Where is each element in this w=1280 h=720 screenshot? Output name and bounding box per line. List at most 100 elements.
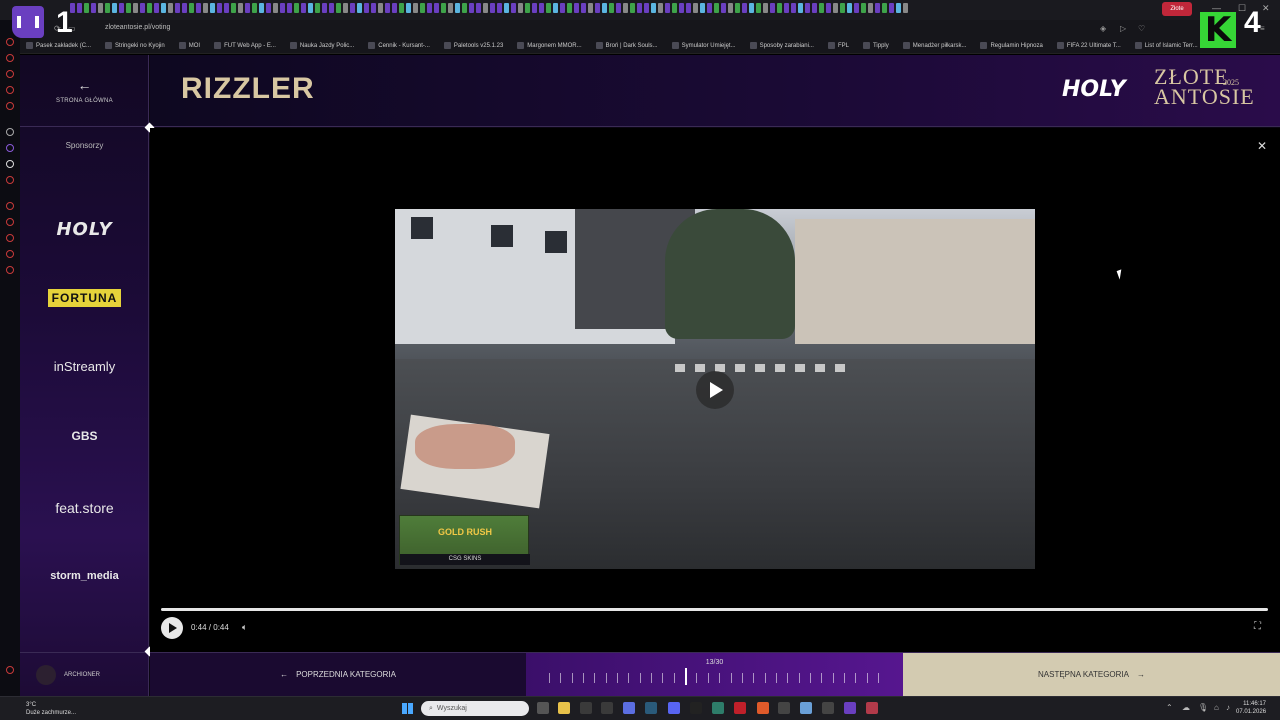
sponsor-instreamly-logo[interactable]: inStreamly [20,359,149,374]
rail-icon[interactable] [6,666,14,674]
tray-chevron-icon[interactable]: ⌃ [1166,703,1173,712]
rail-icon[interactable] [6,218,14,226]
home-button[interactable]: ← STRONA GŁÓWNA [20,55,149,127]
rail-icon[interactable] [6,86,14,94]
user-profile[interactable]: ARCHIONER [20,652,149,696]
sponsor-holy-logo[interactable]: HOLY [20,219,149,240]
video-frame[interactable]: GOLD RUSH CSG SKINS [395,209,1035,569]
extension-icon[interactable]: ◈ [1100,24,1106,33]
bookmark-item[interactable]: Sposoby zarabiani... [749,42,814,49]
taskbar-app-icon[interactable] [866,702,878,714]
previous-category-button[interactable]: ← POPRZEDNIA KATEGORIA [150,652,526,696]
settings-icon[interactable] [6,128,14,136]
taskbar-app-icon[interactable] [623,702,635,714]
bookmark-item[interactable]: Stringeki no Kyojin [105,42,165,49]
category-tick[interactable] [639,673,641,683]
category-tick[interactable] [719,673,721,683]
rail-icon[interactable] [6,176,14,184]
share-icon[interactable]: ▷ [1120,24,1126,33]
twitch-rail-icon[interactable] [6,144,14,152]
category-tick[interactable] [855,673,857,683]
category-tick[interactable] [594,673,596,683]
mic-icon[interactable]: 🎙︎ [1198,703,1208,712]
category-tick[interactable] [741,673,743,683]
bookmark-item[interactable]: FPL [827,42,849,49]
rail-icon[interactable] [6,234,14,242]
category-tick[interactable] [787,673,789,683]
taskbar-app-icon[interactable] [800,702,812,714]
rail-icon[interactable] [6,250,14,258]
opera-icon[interactable] [734,702,746,714]
sponsor-gbs-logo[interactable]: GBS [20,429,149,443]
taskbar-app-icon[interactable] [580,702,592,714]
weather-widget[interactable]: 3°C Duże zachmurze... [26,701,76,717]
bookmark-item[interactable]: Pasek zakładek (C... [26,42,91,49]
taskbar-clock[interactable]: 11:46:17 07.01.2026 [1236,700,1266,716]
sponsor-featstore-logo[interactable]: feat.store [20,500,149,516]
close-window-icon[interactable]: ✕ [1262,3,1270,14]
category-tick[interactable] [798,673,800,683]
sponsor-fortuna-logo[interactable]: FORTUNA [48,289,121,307]
x-rail-icon[interactable] [6,160,14,168]
rail-icon[interactable] [6,54,14,62]
rail-icon[interactable] [6,266,14,274]
category-tick[interactable] [832,673,834,683]
tab-active[interactable]: Złote [1162,2,1192,16]
tab-strip[interactable] [70,3,1160,17]
speaker-icon[interactable]: ♪ [1226,703,1230,712]
bookmark-item[interactable]: FIFA 22 Ultimate T... [1056,42,1121,49]
brave-icon[interactable] [757,702,769,714]
taskbar-search[interactable]: ⌕ Wyszukaj [421,701,529,716]
next-category-button[interactable]: NASTĘPNA KATEGORIA → [903,652,1280,696]
category-tick[interactable] [549,673,550,683]
bookmark-item[interactable]: List of Islamic Terr... [1134,42,1198,49]
close-icon[interactable]: ✕ [1257,139,1267,153]
category-tick[interactable] [617,673,619,683]
bookmark-item[interactable]: FUT Web App - E... [214,42,276,49]
center-play-icon[interactable] [696,371,734,409]
sponsor-stormmedia-logo[interactable]: storm_media [20,570,149,582]
bookmark-item[interactable]: Regulamin Hipnoza [980,42,1043,49]
network-icon[interactable]: ⌂ [1214,703,1219,712]
rail-icon[interactable] [6,38,14,46]
category-tick[interactable] [707,673,709,683]
taskbar-app-icon[interactable] [601,702,613,714]
video-progress-bar[interactable] [161,608,1268,611]
bookmark-item[interactable]: Tipply [862,42,889,49]
bookmark-item[interactable]: Symulator Umiejęt... [671,42,736,49]
task-view-icon[interactable] [537,702,549,714]
bookmark-icon[interactable]: ♡ [1138,24,1145,33]
category-tick[interactable] [651,673,653,683]
taskbar-app-icon[interactable] [690,702,702,714]
rail-icon[interactable] [6,70,14,78]
bookmark-item[interactable]: Nauka Jazdy Polic... [289,42,354,49]
file-explorer-icon[interactable] [558,702,570,714]
category-tick[interactable] [877,673,879,683]
taskbar-app-icon[interactable] [778,702,790,714]
category-tick[interactable] [775,673,777,683]
discord-icon[interactable] [668,702,680,714]
steam-icon[interactable] [645,702,657,714]
bookmark-item[interactable]: Margonem MMOR... [517,42,582,49]
category-tick[interactable] [809,673,811,683]
category-tick[interactable] [571,673,573,683]
bookmark-item[interactable]: Paletools v25.1.23 [443,42,503,49]
bookmark-item[interactable]: Broń | Dark Souls... [595,42,658,49]
bookmark-item[interactable]: Menadżer piłkarsk... [902,42,966,49]
fullscreen-icon[interactable]: ⛶ [1254,621,1261,632]
category-tick[interactable] [753,673,755,683]
bookmark-item[interactable]: Cennik - Kursant-... [368,42,430,49]
taskbar-app-icon[interactable] [712,702,724,714]
category-tick[interactable] [673,673,675,683]
category-tick[interactable] [628,673,630,683]
category-tick[interactable] [583,673,585,683]
windows-start-icon[interactable] [402,703,413,714]
bookmark-item[interactable]: MOI [178,42,200,49]
taskbar-app-icon[interactable] [844,702,856,714]
tray-icon[interactable]: ☁ [1182,703,1190,712]
category-tick[interactable] [866,673,868,683]
video-player[interactable]: ✕ GOLD RUSH CSG SKINS 0:44 / 0:44 🔈︎ ⛶ [150,128,1280,652]
category-tick[interactable] [821,673,823,683]
category-tick[interactable] [605,673,607,683]
rail-icon[interactable] [6,202,14,210]
